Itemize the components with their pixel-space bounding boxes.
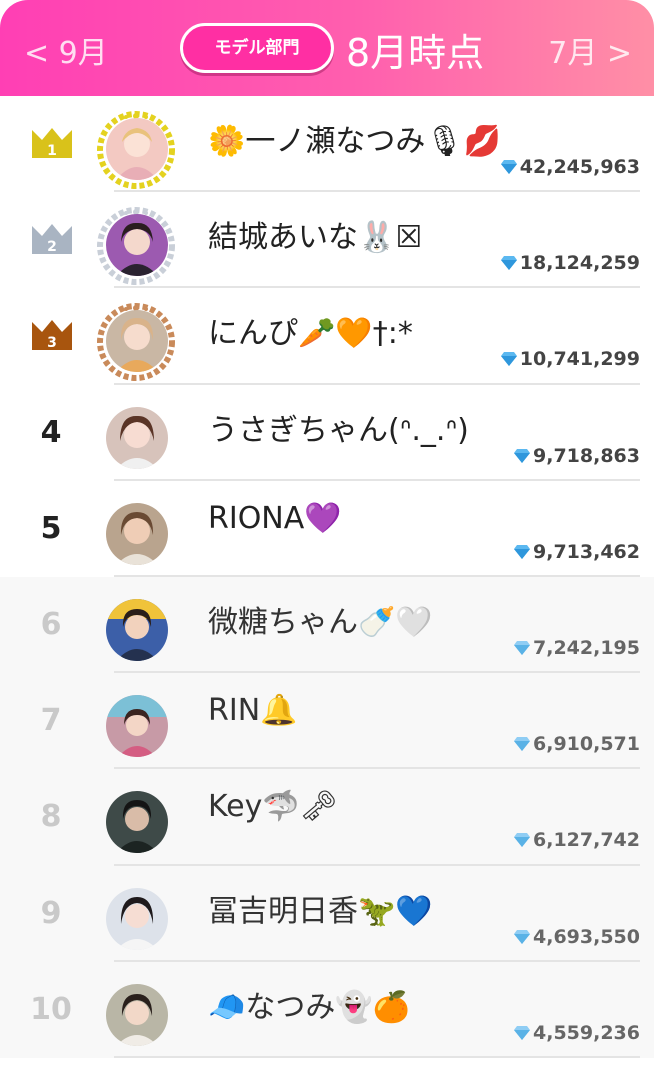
diamond-icon xyxy=(514,737,531,752)
score-value: 42,245,963 xyxy=(519,156,640,178)
avatar[interactable] xyxy=(96,399,176,479)
rank-number: 3 xyxy=(47,335,57,351)
ranking-row[interactable]: 5 RIONA💜 9,713,462 xyxy=(0,481,654,577)
avatar[interactable] xyxy=(96,591,176,671)
rank-number: 7 xyxy=(40,703,62,739)
user-name: 冨吉明日香🦖💙 xyxy=(208,893,433,929)
user-name: にんぴ🥕🧡†:* xyxy=(208,316,413,352)
score-value: 9,713,462 xyxy=(533,540,640,563)
diamond-icon xyxy=(514,833,531,848)
avatar[interactable] xyxy=(96,206,176,286)
rank-number: 6 xyxy=(40,606,62,642)
avatar[interactable] xyxy=(96,880,176,960)
diamond-icon xyxy=(514,640,531,655)
diamond-icon xyxy=(500,160,517,174)
ranking-card: < 9月 モデル部門 8月時点 7月 > 1 🌼一ノ瀬なつみ🎙💋 42,245,… xyxy=(0,0,654,1088)
prev-month-button[interactable]: < 9月 xyxy=(24,28,108,72)
ranking-row[interactable]: 3 にんぴ🥕🧡†:* 10,741,299 xyxy=(0,288,654,385)
rank-number: 8 xyxy=(40,799,62,835)
score-value: 9,718,863 xyxy=(533,444,640,467)
user-name: 微糖ちゃん🍼🤍 xyxy=(208,604,433,640)
avatar-image xyxy=(106,887,168,950)
ranking-row[interactable]: 10 🧢なつみ👻🍊 4,559,236 xyxy=(0,961,654,1058)
ranking-row[interactable]: 1 🌼一ノ瀬なつみ🎙💋 42,245,963 xyxy=(0,96,654,193)
score-value: 7,242,195 xyxy=(533,636,640,659)
period-title: 8月時点 xyxy=(346,31,485,75)
user-name: うさぎちゃん(ᐢ._.ᐢ) xyxy=(208,412,469,448)
diamond-icon xyxy=(514,544,531,559)
score: 9,713,462 xyxy=(513,541,640,563)
rank-number: 9 xyxy=(40,895,62,931)
user-name: RIONA💜 xyxy=(208,500,342,536)
diamond-icon xyxy=(500,352,517,367)
ranking-row[interactable]: 9 冨吉明日香🦖💙 4,693,550 xyxy=(0,865,654,962)
score: 6,910,571 xyxy=(513,733,640,755)
bronze-crown-icon: 3 xyxy=(32,320,72,351)
score-value: 4,693,550 xyxy=(533,925,640,948)
score-value: 6,127,742 xyxy=(533,829,640,852)
user-name: 🧢なつみ👻🍊 xyxy=(208,989,411,1025)
avatar-image xyxy=(106,598,168,661)
score: 10,741,299 xyxy=(500,348,640,370)
avatar-image xyxy=(106,406,168,469)
rank-number: 10 xyxy=(30,991,72,1027)
score-value: 6,910,571 xyxy=(533,733,640,756)
score: 18,124,259 xyxy=(500,252,640,274)
ranking-row[interactable]: 4 うさぎちゃん(ᐢ._.ᐢ) 9,718,863 xyxy=(0,385,654,481)
avatar-image xyxy=(106,791,168,854)
diamond-icon xyxy=(514,929,531,944)
score: 9,718,863 xyxy=(513,445,640,467)
ranking-row[interactable]: 6 微糖ちゃん🍼🤍 7,242,195 xyxy=(0,576,654,674)
avatar[interactable] xyxy=(96,495,176,575)
gold-crown-icon: 1 xyxy=(32,128,72,159)
diamond-icon xyxy=(514,1025,531,1040)
score: 7,242,195 xyxy=(513,637,640,659)
avatar[interactable] xyxy=(96,110,176,190)
rank-number: 1 xyxy=(47,143,57,159)
ranking-list: 1 🌼一ノ瀬なつみ🎙💋 42,245,963 2 結城あいな🐰☒ 18,124,… xyxy=(0,96,654,1058)
score: 6,127,742 xyxy=(513,829,640,851)
rank-number: 5 xyxy=(40,510,62,546)
user-name: 結城あいな🐰☒ xyxy=(208,220,423,256)
next-month-button[interactable]: 7月 > xyxy=(548,28,632,72)
avatar[interactable] xyxy=(96,783,176,863)
silver-crown-icon: 2 xyxy=(32,224,72,255)
row-divider xyxy=(114,1055,640,1058)
ranking-row[interactable]: 2 結城あいな🐰☒ 18,124,259 xyxy=(0,192,654,289)
score-value: 18,124,259 xyxy=(519,252,640,275)
avatar[interactable] xyxy=(96,687,176,767)
ranking-row[interactable]: 7 RIN🔔 6,910,571 xyxy=(0,673,654,770)
rank-number: 4 xyxy=(40,414,62,450)
score: 4,559,236 xyxy=(513,1022,640,1044)
user-name: 🌼一ノ瀬なつみ🎙💋 xyxy=(208,124,501,159)
ranking-row[interactable]: 8 Key🦈🗝 6,127,742 xyxy=(0,769,654,866)
score-value: 4,559,236 xyxy=(533,1021,640,1044)
ranking-header: < 9月 モデル部門 8月時点 7月 > xyxy=(0,0,654,96)
score-value: 10,741,299 xyxy=(519,348,640,371)
department-badge[interactable]: モデル部門 xyxy=(180,23,334,73)
avatar[interactable] xyxy=(96,302,176,382)
avatar-image xyxy=(106,310,168,373)
avatar-image xyxy=(106,695,168,758)
score: 4,693,550 xyxy=(513,926,640,948)
rank-number: 2 xyxy=(47,239,57,255)
avatar-image xyxy=(106,118,168,180)
diamond-icon xyxy=(514,448,531,463)
avatar-image xyxy=(106,214,168,277)
avatar[interactable] xyxy=(96,976,176,1056)
diamond-icon xyxy=(500,256,517,271)
user-name: Key🦈🗝 xyxy=(208,789,338,825)
avatar-image xyxy=(106,983,168,1046)
avatar-image xyxy=(106,502,168,565)
user-name: RIN🔔 xyxy=(208,693,298,729)
score: 42,245,963 xyxy=(500,156,640,178)
